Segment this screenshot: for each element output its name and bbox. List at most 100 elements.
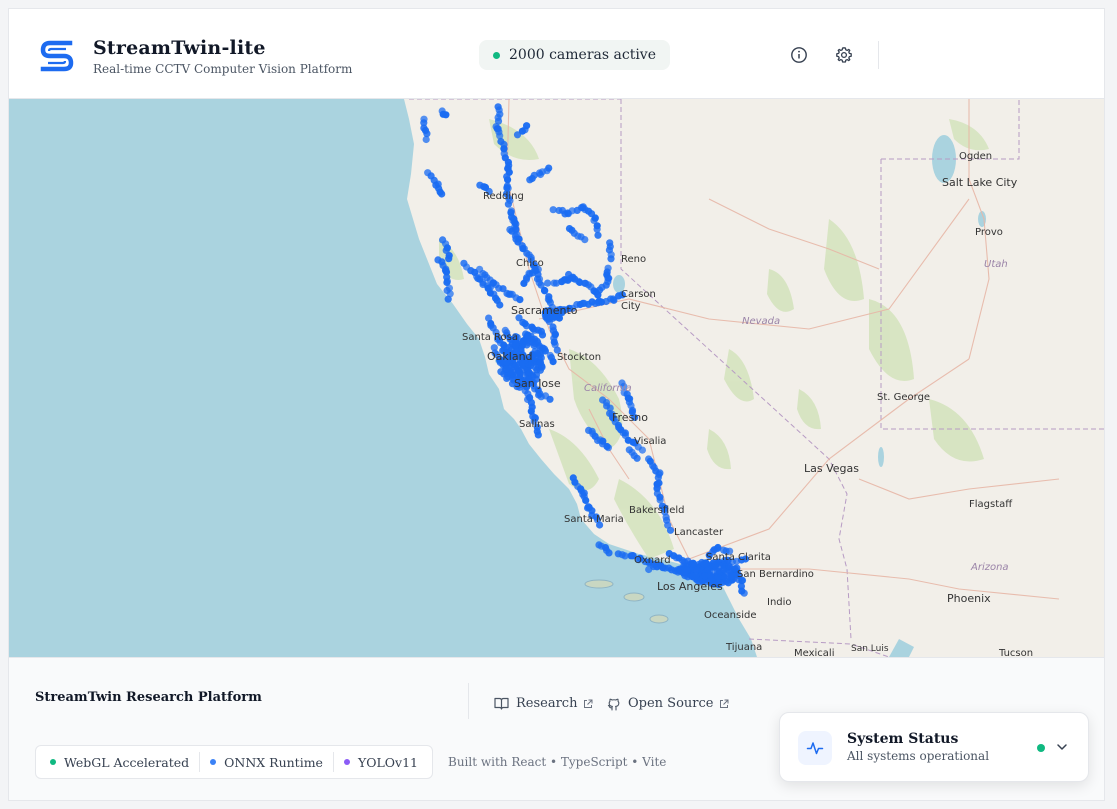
- webgl-badge: WebGL Accelerated: [40, 752, 199, 772]
- map-label: San Bernardino: [737, 569, 814, 580]
- camera-dot[interactable]: [544, 279, 552, 287]
- badge-label: YOLOv11: [357, 754, 418, 770]
- open-source-link-label: Open Source: [628, 696, 714, 711]
- camera-dot[interactable]: [581, 236, 589, 244]
- camera-dot[interactable]: [692, 572, 700, 580]
- camera-dot[interactable]: [524, 331, 532, 339]
- map-canvas[interactable]: Ogden Salt Lake City Provo Utah Redding …: [9, 99, 1105, 657]
- map-label: Indio: [767, 597, 792, 608]
- book-icon: [494, 697, 509, 710]
- camera-dot[interactable]: [546, 395, 554, 403]
- info-icon[interactable]: [790, 46, 808, 64]
- map-label: Salt Lake City: [942, 176, 1018, 189]
- camera-dot[interactable]: [422, 135, 430, 144]
- camera-dot[interactable]: [701, 572, 709, 580]
- camera-dot[interactable]: [713, 567, 721, 575]
- status-title: System Status: [847, 731, 959, 747]
- camera-map[interactable]: Ogden Salt Lake City Provo Utah Redding …: [9, 99, 1105, 657]
- camera-dot[interactable]: [523, 122, 531, 130]
- map-label: Nevada: [742, 316, 780, 327]
- camera-dot[interactable]: [519, 366, 527, 374]
- camera-dot[interactable]: [729, 572, 737, 580]
- top-header: StreamTwin-lite Real-time CCTV Computer …: [9, 9, 1104, 99]
- camera-dot[interactable]: [534, 431, 542, 439]
- camera-dot[interactable]: [605, 549, 613, 557]
- badge-dot: [210, 759, 217, 765]
- map-label: Redding: [483, 191, 524, 202]
- camera-dot[interactable]: [594, 231, 602, 239]
- built-with-text: Built with React • TypeScript • Vite: [448, 755, 667, 769]
- open-source-link[interactable]: Open Source: [607, 696, 729, 711]
- camera-dot[interactable]: [604, 264, 612, 272]
- app-subtitle: Real-time CCTV Computer Vision Platform: [93, 62, 353, 76]
- camera-dot[interactable]: [524, 338, 532, 346]
- camera-dot[interactable]: [607, 255, 615, 263]
- camera-dot[interactable]: [538, 331, 547, 339]
- map-label: Stockton: [557, 352, 601, 363]
- map-label: Provo: [975, 227, 1003, 238]
- map-label: Oceanside: [704, 610, 756, 621]
- camera-dot[interactable]: [725, 562, 733, 570]
- island: [623, 592, 645, 602]
- research-link-label: Research: [516, 696, 578, 711]
- streamtwin-logo-icon: [40, 40, 74, 72]
- camera-dot[interactable]: [549, 358, 557, 366]
- camera-dot[interactable]: [444, 295, 452, 303]
- badge-label: ONNX Runtime: [224, 754, 323, 770]
- map-label: Salinas: [519, 419, 555, 430]
- camera-dot[interactable]: [740, 589, 748, 597]
- island: [584, 579, 614, 589]
- map-label: Tijuana: [725, 642, 762, 653]
- map-label: Flagstaff: [969, 499, 1013, 510]
- map-label: Las Vegas: [804, 462, 859, 475]
- status-icon-box: [798, 731, 832, 765]
- activity-pulse-icon: [806, 742, 824, 755]
- map-label: Arizona: [970, 562, 1009, 573]
- footer-title: StreamTwin Research Platform: [35, 690, 262, 705]
- camera-dot[interactable]: [535, 342, 544, 350]
- camera-dot[interactable]: [445, 255, 453, 263]
- camera-dot[interactable]: [504, 176, 512, 184]
- camera-dot[interactable]: [689, 560, 697, 568]
- camera-status-pill[interactable]: 2000 cameras active: [479, 40, 670, 70]
- map-label: Phoenix: [947, 592, 991, 605]
- chevron-down-icon[interactable]: [1055, 740, 1069, 754]
- settings-gear-icon[interactable]: [835, 46, 853, 64]
- map-label: Oxnard: [634, 555, 671, 566]
- camera-dot[interactable]: [510, 215, 518, 223]
- camera-dot[interactable]: [638, 446, 647, 454]
- camera-dot[interactable]: [438, 190, 446, 198]
- camera-dot[interactable]: [633, 454, 641, 462]
- system-status-card[interactable]: System Status All systems operational: [779, 712, 1089, 782]
- camera-dot[interactable]: [496, 301, 504, 309]
- camera-dot[interactable]: [656, 496, 664, 504]
- camera-dot[interactable]: [516, 296, 524, 304]
- map-label: Utah: [984, 259, 1008, 270]
- github-icon: [607, 698, 620, 711]
- camera-dot[interactable]: [541, 287, 549, 295]
- tech-badges: WebGL Accelerated ONNX Runtime YOLOv11: [35, 745, 433, 779]
- map-label: City: [621, 301, 641, 312]
- map-label: Santa Clarita: [706, 552, 771, 563]
- map-label: Bakersfield: [629, 505, 684, 516]
- status-ok-dot: [1037, 744, 1045, 752]
- camera-dot[interactable]: [511, 363, 519, 371]
- map-label: Ogden: [959, 151, 992, 162]
- lake-mead: [878, 447, 884, 467]
- camera-dot[interactable]: [683, 566, 691, 574]
- badge-dot: [343, 759, 350, 765]
- onnx-badge: ONNX Runtime: [199, 752, 333, 772]
- camera-dot[interactable]: [442, 111, 450, 119]
- map-label: Reno: [621, 254, 646, 265]
- research-link[interactable]: Research: [494, 696, 593, 711]
- island: [649, 614, 669, 624]
- camera-dot[interactable]: [536, 359, 545, 367]
- external-link-icon: [584, 699, 593, 708]
- external-link-icon: [720, 699, 729, 708]
- camera-dot[interactable]: [604, 444, 613, 452]
- camera-dot[interactable]: [569, 274, 577, 282]
- map-label: Mexicali: [794, 648, 834, 657]
- camera-dot[interactable]: [545, 164, 553, 172]
- camera-dot[interactable]: [582, 496, 590, 504]
- camera-dot[interactable]: [497, 368, 505, 376]
